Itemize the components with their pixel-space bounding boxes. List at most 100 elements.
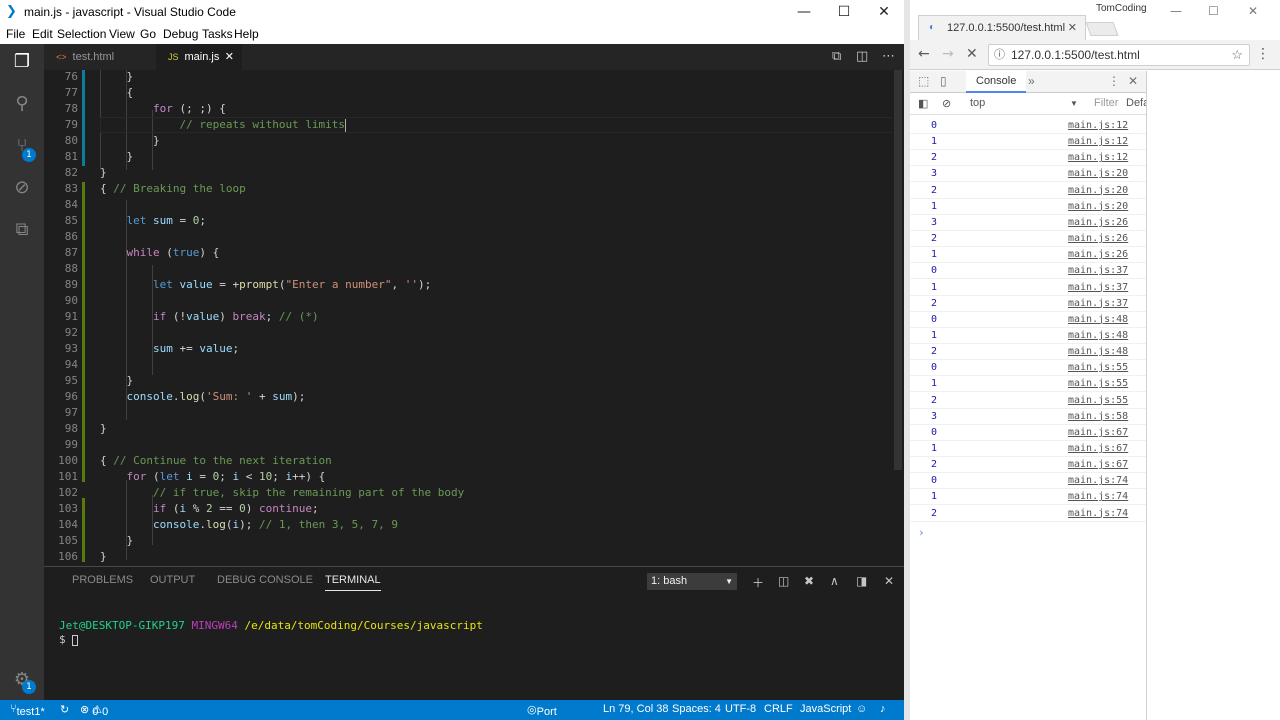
open-preview-icon[interactable]: ⧉ bbox=[832, 49, 841, 64]
menu-tasks[interactable]: Tasks bbox=[202, 27, 233, 41]
close-window-button[interactable]: ✕ bbox=[1248, 4, 1258, 18]
console-log-source-link[interactable]: main.js:26 bbox=[1068, 247, 1128, 262]
split-editor-icon[interactable]: ◫ bbox=[856, 49, 868, 64]
console-log-source-link[interactable]: main.js:12 bbox=[1068, 134, 1128, 149]
close-tab-icon[interactable]: ✕ bbox=[1068, 16, 1077, 40]
eol-status[interactable]: CRLF bbox=[764, 703, 793, 715]
menu-edit[interactable]: Edit bbox=[32, 27, 53, 41]
code-editor[interactable]: 76 } 77 { 78 for (; ;) { 79 // repeats w… bbox=[44, 70, 904, 564]
split-terminal-icon[interactable]: ◫ bbox=[778, 574, 789, 588]
console-log-source-link[interactable]: main.js:55 bbox=[1068, 360, 1128, 375]
sidebar-toggle-icon[interactable]: ◧ bbox=[918, 97, 928, 110]
more-actions-icon[interactable]: ⋯ bbox=[882, 49, 895, 64]
search-icon[interactable]: ⚲ bbox=[10, 92, 34, 116]
profile-name[interactable]: TomCoding bbox=[1096, 3, 1147, 14]
tab-console[interactable]: Console bbox=[966, 71, 1027, 93]
console-log-source-link[interactable]: main.js:12 bbox=[1068, 118, 1128, 133]
terminal-select[interactable]: 1: bash ▼ bbox=[647, 573, 737, 590]
console-log-source-link[interactable]: main.js:26 bbox=[1068, 231, 1128, 246]
new-terminal-icon[interactable]: ＋ bbox=[752, 574, 764, 591]
address-bar[interactable]: ⓘ 127.0.0.1:5500/test.html ☆ bbox=[988, 44, 1250, 66]
console-log-source-link[interactable]: main.js:20 bbox=[1068, 199, 1128, 214]
close-tab-icon[interactable]: ✕ bbox=[225, 44, 234, 70]
tab-test-html[interactable]: <> test.html bbox=[44, 44, 156, 70]
maximize-button[interactable]: ☐ bbox=[824, 0, 864, 24]
maximize-panel-icon[interactable]: ∧ bbox=[830, 574, 839, 588]
notifications-bell-icon[interactable]: ♪ bbox=[880, 703, 886, 715]
toggle-panel-position-icon[interactable]: ◨ bbox=[856, 574, 867, 588]
minimize-button[interactable]: — bbox=[1170, 4, 1182, 18]
new-tab-button[interactable] bbox=[1085, 22, 1119, 36]
console-log-source-link[interactable]: main.js:48 bbox=[1068, 344, 1128, 359]
close-panel-icon[interactable]: ✕ bbox=[884, 574, 894, 588]
language-mode[interactable]: JavaScript bbox=[800, 703, 851, 715]
minimize-button[interactable]: — bbox=[784, 0, 824, 24]
tab-debug-console[interactable]: DEBUG CONSOLE bbox=[217, 574, 313, 586]
bookmark-star-icon[interactable]: ☆ bbox=[1231, 45, 1243, 65]
editor-scroll-thumb[interactable] bbox=[894, 70, 902, 470]
maximize-button[interactable]: ☐ bbox=[1208, 4, 1219, 18]
menu-selection[interactable]: Selection bbox=[57, 27, 106, 41]
console-log-source-link[interactable]: main.js:74 bbox=[1068, 506, 1128, 521]
console-log-source-link[interactable]: main.js:55 bbox=[1068, 376, 1128, 391]
console-log-row: 1 main.js:55 bbox=[910, 376, 1146, 393]
console-prompt-icon[interactable]: › bbox=[918, 526, 925, 539]
tab-output[interactable]: OUTPUT bbox=[150, 574, 195, 586]
sync-icon[interactable]: ↻ bbox=[60, 703, 69, 716]
close-devtools-icon[interactable]: ✕ bbox=[1128, 74, 1138, 88]
feedback-smiley-icon[interactable]: ☺ bbox=[856, 703, 867, 715]
site-info-icon[interactable]: ⓘ bbox=[994, 45, 1005, 65]
console-log-value: 1 bbox=[931, 443, 938, 454]
terminal-input-line[interactable]: $ bbox=[59, 633, 79, 647]
back-arrow-icon[interactable]: ← bbox=[918, 46, 930, 62]
tab-problems[interactable]: PROBLEMS bbox=[72, 574, 133, 586]
menu-file[interactable]: File bbox=[6, 27, 25, 41]
console-log-row: 2 main.js:37 bbox=[910, 296, 1146, 312]
console-log-source-link[interactable]: main.js:74 bbox=[1068, 473, 1128, 488]
indentation-status[interactable]: Spaces: 4 bbox=[672, 703, 721, 715]
console-log-source-link[interactable]: main.js:48 bbox=[1068, 312, 1128, 327]
console-log-source-link[interactable]: main.js:20 bbox=[1068, 183, 1128, 198]
console-log-source-link[interactable]: main.js:48 bbox=[1068, 328, 1128, 343]
console-log-source-link[interactable]: main.js:12 bbox=[1068, 150, 1128, 165]
more-tabs-icon[interactable]: » bbox=[1028, 74, 1035, 88]
chrome-menu-icon[interactable]: ⋮ bbox=[1256, 46, 1270, 62]
close-window-button[interactable]: ✕ bbox=[864, 0, 904, 24]
problems-status[interactable]: ⊗ 0 ⚠ 0 bbox=[80, 703, 108, 718]
tab-terminal[interactable]: TERMINAL bbox=[325, 574, 381, 591]
extensions-icon[interactable]: ⧉ bbox=[10, 218, 34, 242]
devtools-menu-icon[interactable]: ⋮ bbox=[1108, 74, 1120, 88]
filter-input[interactable]: Filter bbox=[1094, 97, 1118, 109]
console-log-source-link[interactable]: main.js:55 bbox=[1068, 393, 1128, 408]
menu-go[interactable]: Go bbox=[140, 27, 156, 41]
console-log-source-link[interactable]: main.js:67 bbox=[1068, 425, 1128, 440]
forward-arrow-icon[interactable]: → bbox=[942, 46, 954, 62]
menu-debug[interactable]: Debug bbox=[163, 27, 198, 41]
console-log-source-link[interactable]: main.js:74 bbox=[1068, 489, 1128, 504]
console-log-source-link[interactable]: main.js:37 bbox=[1068, 263, 1128, 278]
menu-help[interactable]: Help bbox=[234, 27, 259, 41]
console-log-source-link[interactable]: main.js:26 bbox=[1068, 215, 1128, 230]
console-log-source-link[interactable]: main.js:67 bbox=[1068, 441, 1128, 456]
browser-tab[interactable]: ◐ 127.0.0.1:5500/test.html ✕ bbox=[918, 15, 1086, 40]
cursor-position[interactable]: Ln 79, Col 38 bbox=[603, 703, 668, 715]
menu-view[interactable]: View bbox=[109, 27, 135, 41]
inspect-element-icon[interactable]: ⬚ bbox=[918, 74, 929, 88]
live-server-port[interactable]: ◎ Port : 5500 bbox=[527, 703, 557, 720]
console-log-source-link[interactable]: main.js:37 bbox=[1068, 280, 1128, 295]
console-log-source-link[interactable]: main.js:67 bbox=[1068, 457, 1128, 472]
explorer-icon[interactable]: ❐ bbox=[10, 50, 34, 74]
console-log-source-link[interactable]: main.js:58 bbox=[1068, 409, 1128, 424]
context-select[interactable]: top bbox=[970, 97, 985, 109]
stop-loading-icon[interactable]: ✕ bbox=[966, 46, 978, 62]
branch-status[interactable]: ⑂ test1* bbox=[10, 703, 45, 718]
console-log-source-link[interactable]: main.js:37 bbox=[1068, 296, 1128, 311]
encoding-status[interactable]: UTF-8 bbox=[725, 703, 756, 715]
clear-console-icon[interactable]: ⊘ bbox=[942, 97, 951, 110]
tab-main-js[interactable]: JS main.js ✕ bbox=[156, 44, 242, 70]
trash-icon[interactable]: ✖ bbox=[804, 574, 814, 588]
debug-icon[interactable]: ⊘ bbox=[10, 176, 34, 200]
page-viewport[interactable] bbox=[1146, 71, 1280, 720]
console-log-source-link[interactable]: main.js:20 bbox=[1068, 166, 1128, 181]
device-toolbar-icon[interactable]: ▯ bbox=[940, 74, 947, 88]
